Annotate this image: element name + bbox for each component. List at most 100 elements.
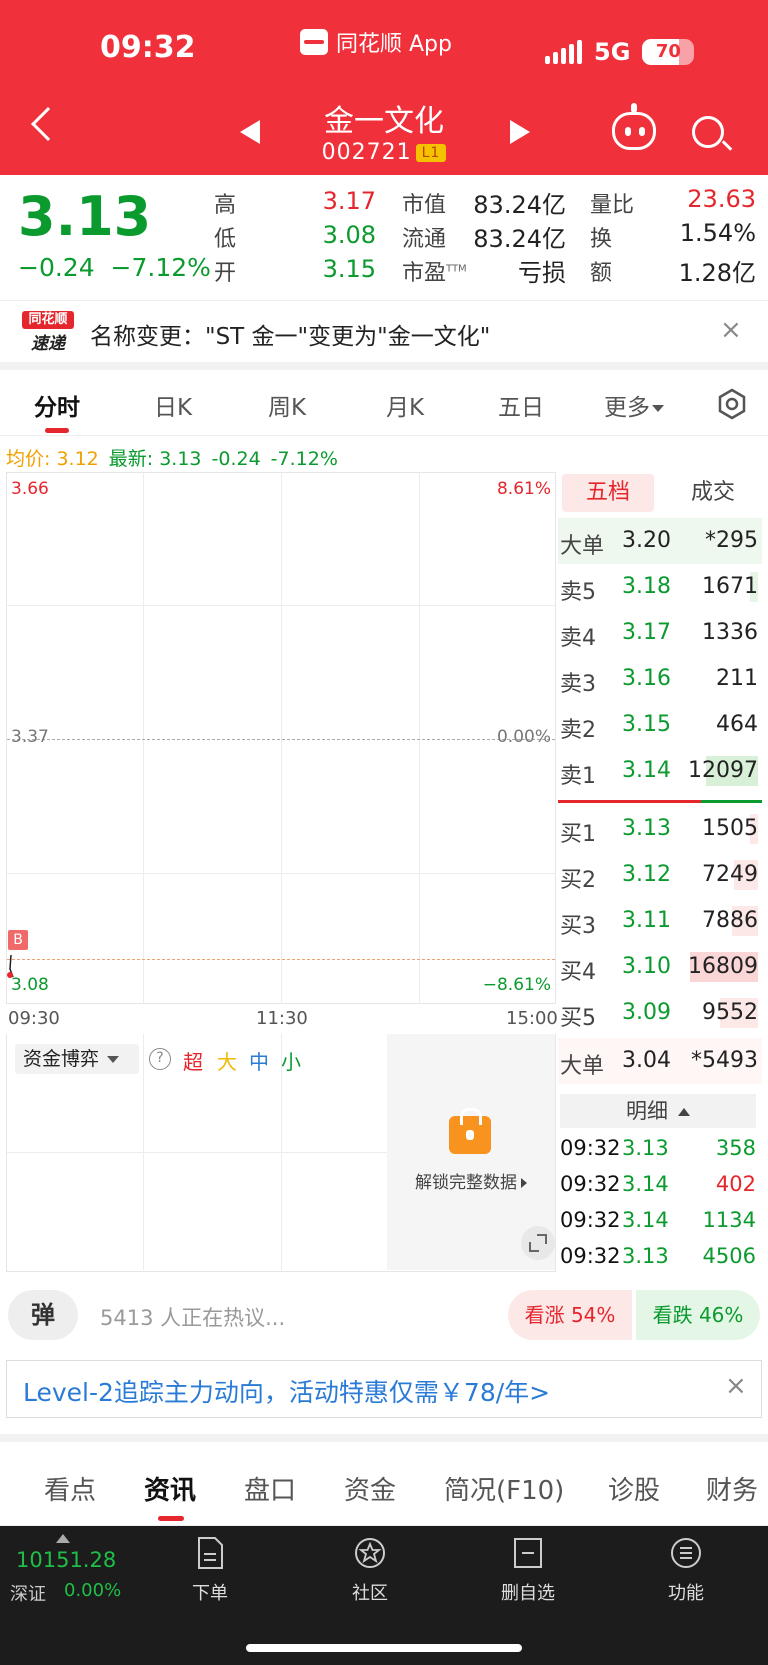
index-value[interactable]: 10151.28	[16, 1548, 116, 1572]
tab-diagnosis[interactable]: 诊股	[608, 1470, 660, 1507]
status-indicators: 5G 70	[545, 38, 695, 66]
tab-weekly-k[interactable]: 周K	[268, 388, 306, 422]
capital-flow-panel: 资金博弈 ? 超 大 中 小 解锁完整数据	[6, 1034, 556, 1272]
app-logo-icon	[300, 29, 328, 55]
promo-banner[interactable]: Level-2追踪主力动向，活动特惠仅需￥78/年> ×	[6, 1360, 762, 1418]
chart-tabs: 分时 日K 周K 月K 五日 更多	[0, 370, 768, 436]
tab-daily-k[interactable]: 日K	[154, 388, 192, 422]
buy-row[interactable]: 买5 3.09 9552	[558, 990, 762, 1036]
remove-watchlist-button[interactable]: 删自选	[478, 1536, 578, 1605]
tab-five-day[interactable]: 五日	[498, 388, 544, 422]
legend-medium: 中	[249, 1050, 269, 1074]
tab-capital[interactable]: 资金	[344, 1470, 396, 1507]
help-icon[interactable]: ?	[149, 1048, 171, 1070]
tab-more[interactable]: 更多	[604, 388, 664, 422]
time-start: 09:30	[8, 1008, 60, 1029]
status-time: 09:32	[100, 30, 196, 65]
high-value: 3.17	[322, 187, 376, 215]
chart-top-pct: 8.61%	[496, 479, 551, 499]
turnover-label: 换	[590, 227, 613, 252]
expand-icon[interactable]	[521, 1226, 555, 1260]
grid-line	[281, 473, 282, 1003]
buy-row[interactable]: 买1 3.13 1505	[558, 806, 762, 852]
home-indicator[interactable]	[246, 1644, 522, 1652]
expand-up-icon[interactable]	[56, 1534, 70, 1543]
latest-price: 最新: 3.13	[108, 448, 202, 470]
big-buy-row: 大单 3.04 *5493	[558, 1038, 762, 1084]
stock-code-line: 002721 L1	[0, 140, 768, 165]
pe-label: 市盈TTM	[402, 261, 467, 286]
vote-bullish-button[interactable]: 看涨 54%	[508, 1290, 632, 1340]
robot-assistant-icon[interactable]	[612, 103, 656, 150]
tab-monthly-k[interactable]: 月K	[386, 388, 424, 422]
arrow-right-icon	[521, 1178, 527, 1188]
index-change: 0.00%	[64, 1580, 122, 1601]
notice-text: 名称变更："ST 金一"变更为"金一文化"	[90, 324, 491, 350]
sell-row[interactable]: 卖5 3.18 1671	[558, 564, 762, 610]
avg-price-row: 均价: 3.12 最新: 3.13 -0.24 -7.12%	[6, 444, 348, 471]
vol-ratio-label: 量比	[590, 193, 635, 218]
settings-icon[interactable]	[716, 388, 748, 420]
order-button[interactable]: 下单	[160, 1536, 260, 1605]
buy-row[interactable]: 买4 3.10 16809	[558, 944, 762, 990]
mkt-cap-value: 83.24亿	[473, 191, 566, 219]
sell-row[interactable]: 卖1 3.14 12097	[558, 748, 762, 794]
next-stock-icon[interactable]	[510, 120, 530, 144]
trade-details-toggle[interactable]: 明细	[560, 1094, 756, 1128]
intraday-chart[interactable]: 3.66 8.61% 3.37 0.00% 3.08 −8.61%	[6, 472, 556, 1004]
vote-bearish-button[interactable]: 看跌 46%	[636, 1290, 760, 1340]
notice-close-icon[interactable]: ×	[720, 315, 742, 345]
signal-icon	[545, 40, 582, 64]
tab-finance[interactable]: 财务	[706, 1470, 758, 1507]
caret-down-icon	[652, 405, 664, 412]
latest-change: -0.24	[211, 448, 261, 470]
tab-intraday[interactable]: 分时	[34, 388, 80, 422]
open-label: 开	[214, 261, 237, 286]
flow-selector[interactable]: 资金博弈	[15, 1044, 139, 1074]
functions-button[interactable]: 功能	[636, 1536, 736, 1605]
vol-ratio-value: 23.63	[687, 185, 756, 213]
tab-news[interactable]: 资讯	[144, 1470, 196, 1507]
search-icon[interactable]	[692, 116, 724, 148]
unlock-panel[interactable]: 解锁完整数据	[387, 1034, 555, 1270]
info-tabs: 看点 资讯 盘口 资金 简况(F10) 诊股 财务	[0, 1448, 768, 1526]
float-value: 83.24亿	[473, 225, 566, 253]
promo-text[interactable]: Level-2追踪主力动向，活动特惠仅需￥78/年>	[23, 1373, 550, 1409]
high-label: 高	[214, 193, 237, 218]
document-icon	[198, 1537, 223, 1569]
change-value: −0.24	[18, 253, 95, 282]
tab-five-levels[interactable]: 五档	[562, 474, 654, 512]
buy-marker[interactable]: B	[8, 930, 28, 950]
grid-line	[7, 873, 555, 874]
app-header: 09:32 同花顺 App 5G 70 金一文化 002721 L1	[0, 0, 768, 175]
discussion-bar: 弹 5413 人正在热议... 看涨 54% 看跌 46%	[0, 1286, 768, 1346]
sell-row[interactable]: 卖2 3.15 464	[558, 702, 762, 748]
danmu-button[interactable]: 弹	[8, 1290, 78, 1340]
time-end: 15:00	[506, 1008, 558, 1029]
tab-highlights[interactable]: 看点	[44, 1470, 96, 1507]
buy-row[interactable]: 买3 3.11 7886	[558, 898, 762, 944]
sell-row[interactable]: 卖3 3.16 211	[558, 656, 762, 702]
notice-banner[interactable]: 同花顺 速递 名称变更："ST 金一"变更为"金一文化" ×	[0, 300, 768, 362]
grid-line	[7, 605, 555, 606]
sell-row[interactable]: 卖4 3.17 1336	[558, 610, 762, 656]
promo-close-icon[interactable]: ×	[725, 1371, 747, 1401]
tab-profile[interactable]: 简况(F10)	[444, 1470, 564, 1507]
news-flash-logo: 同花顺 速递	[22, 311, 74, 354]
caret-down-icon	[107, 1056, 120, 1063]
tab-trades[interactable]: 成交	[668, 474, 758, 512]
buy-row[interactable]: 买2 3.12 7249	[558, 852, 762, 898]
grid-line	[7, 1152, 387, 1153]
unlock-text[interactable]: 解锁完整数据	[415, 1168, 527, 1193]
amount-value: 1.28亿	[678, 259, 756, 287]
stock-code: 002721	[321, 140, 412, 165]
lock-icon	[449, 1108, 491, 1154]
tab-active-indicator	[45, 428, 69, 433]
bottom-bar: 10151.28 深证 0.00% 下单 社区 删自选 功能	[0, 1526, 768, 1665]
community-button[interactable]: 社区	[320, 1536, 420, 1605]
status-app-name: 同花顺 App	[336, 32, 452, 57]
pe-value: 亏损	[518, 259, 566, 287]
tab-market[interactable]: 盘口	[244, 1470, 296, 1507]
discussion-count[interactable]: 5413 人正在热议...	[100, 1302, 285, 1332]
mkt-cap-label: 市值	[402, 193, 447, 218]
